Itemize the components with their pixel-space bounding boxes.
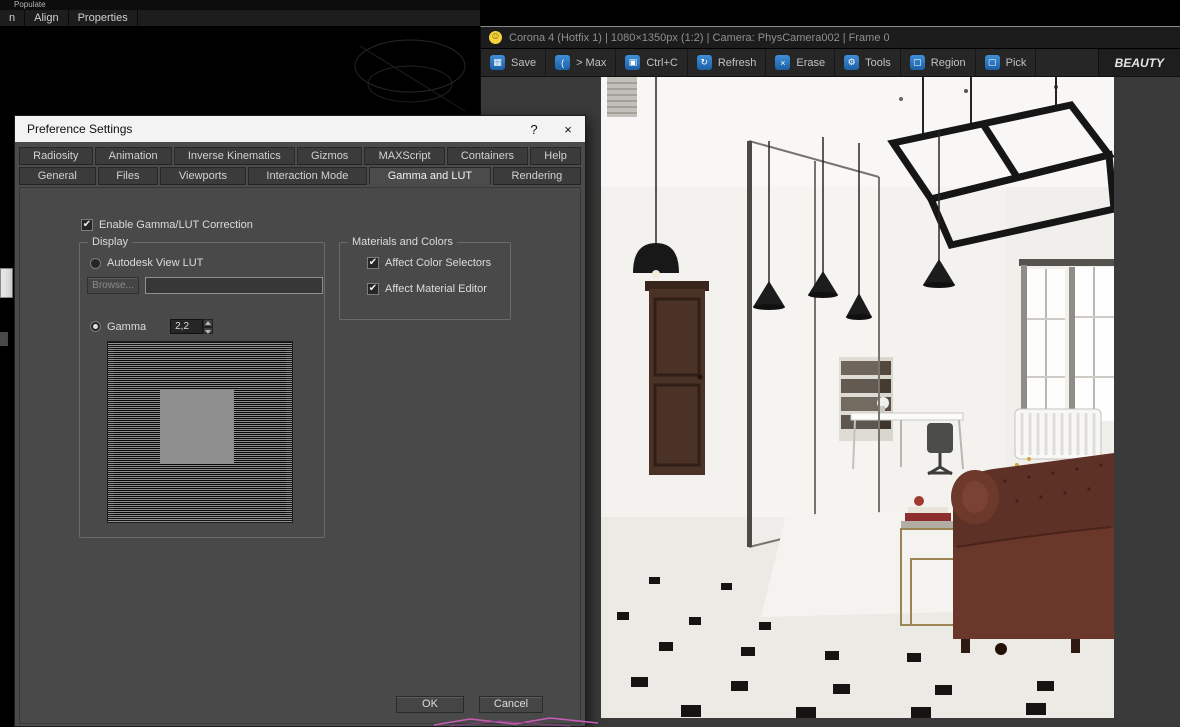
- viewport-wireframe-magenta: [433, 717, 599, 727]
- corona-title-text: Corona 4 (Hotfix 1) | 1080×1350px (1:2) …: [509, 31, 890, 44]
- affect-material-label: Affect Material Editor: [385, 283, 487, 295]
- toolbar-button-label: Pick: [1005, 56, 1027, 69]
- screen: Populate n Align Properties ☺ Corona 4 (Ho…: [0, 0, 1180, 727]
- affect-material-checkbox[interactable]: ✔: [367, 283, 379, 295]
- tabs-row-1: Radiosity Animation Inverse Kinematics Gizm…: [19, 147, 582, 165]
- toolbar-button-icon: ⚙: [844, 55, 860, 70]
- preference-tab[interactable]: Help: [530, 147, 582, 165]
- dialog-title: Preference Settings: [27, 122, 133, 136]
- color-swatch[interactable]: [0, 268, 13, 298]
- preference-tab[interactable]: Inverse Kinematics: [173, 147, 295, 165]
- toolbar-button[interactable]: × Erase: [766, 49, 836, 76]
- menubar-populate-label[interactable]: Populate: [0, 0, 480, 10]
- toolbar-button-icon: ↻: [696, 55, 712, 70]
- gamma-reference-square: [160, 390, 234, 464]
- toolbar-button-label: Refresh: [717, 56, 757, 69]
- affect-material-row: ✔ Affect Material Editor: [367, 283, 487, 295]
- affect-color-row: ✔ Affect Color Selectors: [367, 257, 491, 269]
- toolbar-button-label: Save: [511, 56, 537, 69]
- corona-toolbar: ▦ Save ( > Max ▣ Ctrl+C ↻ Refresh × Eras…: [481, 49, 1180, 77]
- materials-group-label: Materials and Colors: [348, 236, 457, 249]
- toolbar-button-icon: ▢: [984, 55, 1000, 70]
- help-button[interactable]: ?: [517, 116, 551, 142]
- render-image: [601, 77, 1114, 718]
- close-button[interactable]: ×: [551, 116, 585, 142]
- browse-row: Browse...: [87, 277, 323, 294]
- max-menubar: Populate n Align Properties: [0, 0, 480, 26]
- toolbar-button-label: Tools: [865, 56, 891, 69]
- autodesk-lut-label: Autodesk View LUT: [107, 257, 204, 269]
- preference-tab[interactable]: Rendering: [492, 167, 581, 185]
- spinner-down-icon[interactable]: [203, 326, 214, 334]
- corona-title-bar[interactable]: ☺ Corona 4 (Hotfix 1) | 1080×1350px (1:2…: [481, 27, 1180, 49]
- toolbar-button[interactable]: ▢ Pick: [976, 49, 1037, 76]
- gamma-spinner: 2,2: [170, 319, 214, 334]
- spinner-up-icon[interactable]: [203, 319, 214, 327]
- render-scene: [601, 77, 1114, 718]
- tabs-row-2: General Files Viewports Interaction Mode Gam…: [19, 167, 581, 185]
- affect-color-checkbox[interactable]: ✔: [367, 257, 379, 269]
- gamma-calibration-image: [107, 341, 293, 523]
- menu-item[interactable]: n: [0, 10, 26, 26]
- toolbar-button[interactable]: ⚙ Tools: [835, 49, 901, 76]
- affect-color-label: Affect Color Selectors: [385, 257, 492, 269]
- preference-tab[interactable]: Files: [97, 167, 159, 185]
- panel-fragment: [0, 332, 8, 346]
- autodesk-lut-row: Autodesk View LUT: [90, 257, 203, 269]
- toolbar-button-label: Ctrl+C: [646, 56, 678, 69]
- preference-tab[interactable]: Radiosity: [19, 147, 93, 165]
- corona-toolbar-buttons: ▦ Save ( > Max ▣ Ctrl+C ↻ Refresh × Eras…: [481, 49, 1037, 76]
- toolbar-button-icon: ▢: [909, 55, 925, 70]
- toolbar-button-label: > Max: [576, 56, 607, 69]
- preference-settings-dialog: Preference Settings ? × Radiosity Animati…: [14, 115, 586, 727]
- gamma-value[interactable]: 2,2: [170, 319, 204, 334]
- preference-tab[interactable]: MAXScript: [364, 147, 445, 165]
- toolbar-button-label: Region: [930, 56, 966, 69]
- ok-button[interactable]: OK: [396, 696, 464, 713]
- preference-tab[interactable]: Animation: [94, 147, 172, 165]
- toolbar-button[interactable]: ▣ Ctrl+C: [616, 49, 688, 76]
- materials-colors-group: Materials and Colors ✔ Affect Color Sele…: [339, 236, 511, 320]
- cancel-button[interactable]: Cancel: [479, 696, 543, 713]
- display-group-label: Display: [88, 236, 133, 249]
- smiley-icon: ☺: [489, 31, 502, 44]
- display-group: Display Autodesk View LUT Browse... Gamm…: [79, 236, 325, 538]
- gamma-label: Gamma: [107, 320, 147, 333]
- toolbar-button-icon: ▦: [490, 55, 505, 70]
- enable-gamma-row: ✔ Enable Gamma/LUT Correction: [81, 219, 253, 231]
- gamma-radio[interactable]: [90, 321, 101, 332]
- toolbar-button[interactable]: ▢ Region: [901, 49, 976, 76]
- menubar-row: n Align Properties: [0, 10, 480, 26]
- render-element-selector[interactable]: BEAUTY: [1097, 49, 1180, 76]
- preference-tab[interactable]: Interaction Mode: [247, 167, 368, 185]
- toolbar-button-icon: ▣: [625, 55, 641, 70]
- preference-tab[interactable]: General: [19, 167, 96, 185]
- toolbar-button[interactable]: ↻ Refresh: [688, 49, 767, 76]
- toolbar-button[interactable]: ( > Max: [546, 49, 617, 76]
- toolbar-button-label: Erase: [796, 56, 826, 69]
- menu-item[interactable]: Align: [25, 10, 69, 26]
- lut-path-field[interactable]: [145, 277, 323, 294]
- menu-item[interactable]: Properties: [69, 10, 138, 26]
- toolbar-button-icon: ×: [775, 55, 791, 70]
- preference-tab[interactable]: Viewports: [160, 167, 246, 185]
- toolbar-button[interactable]: ▦ Save: [481, 49, 547, 76]
- browse-button[interactable]: Browse...: [87, 277, 139, 294]
- autodesk-lut-radio[interactable]: [90, 257, 101, 269]
- enable-gamma-label: Enable Gamma/LUT Correction: [99, 219, 253, 231]
- preference-tab[interactable]: Containers: [446, 147, 529, 165]
- toolbar-button-icon: (: [555, 55, 571, 70]
- dialog-title-bar[interactable]: Preference Settings ? ×: [15, 116, 585, 142]
- preference-tab[interactable]: Gizmos: [296, 147, 363, 165]
- enable-gamma-checkbox[interactable]: ✔: [81, 219, 93, 231]
- preference-tab[interactable]: Gamma and LUT: [369, 167, 491, 185]
- gamma-row: Gamma 2,2: [90, 319, 214, 334]
